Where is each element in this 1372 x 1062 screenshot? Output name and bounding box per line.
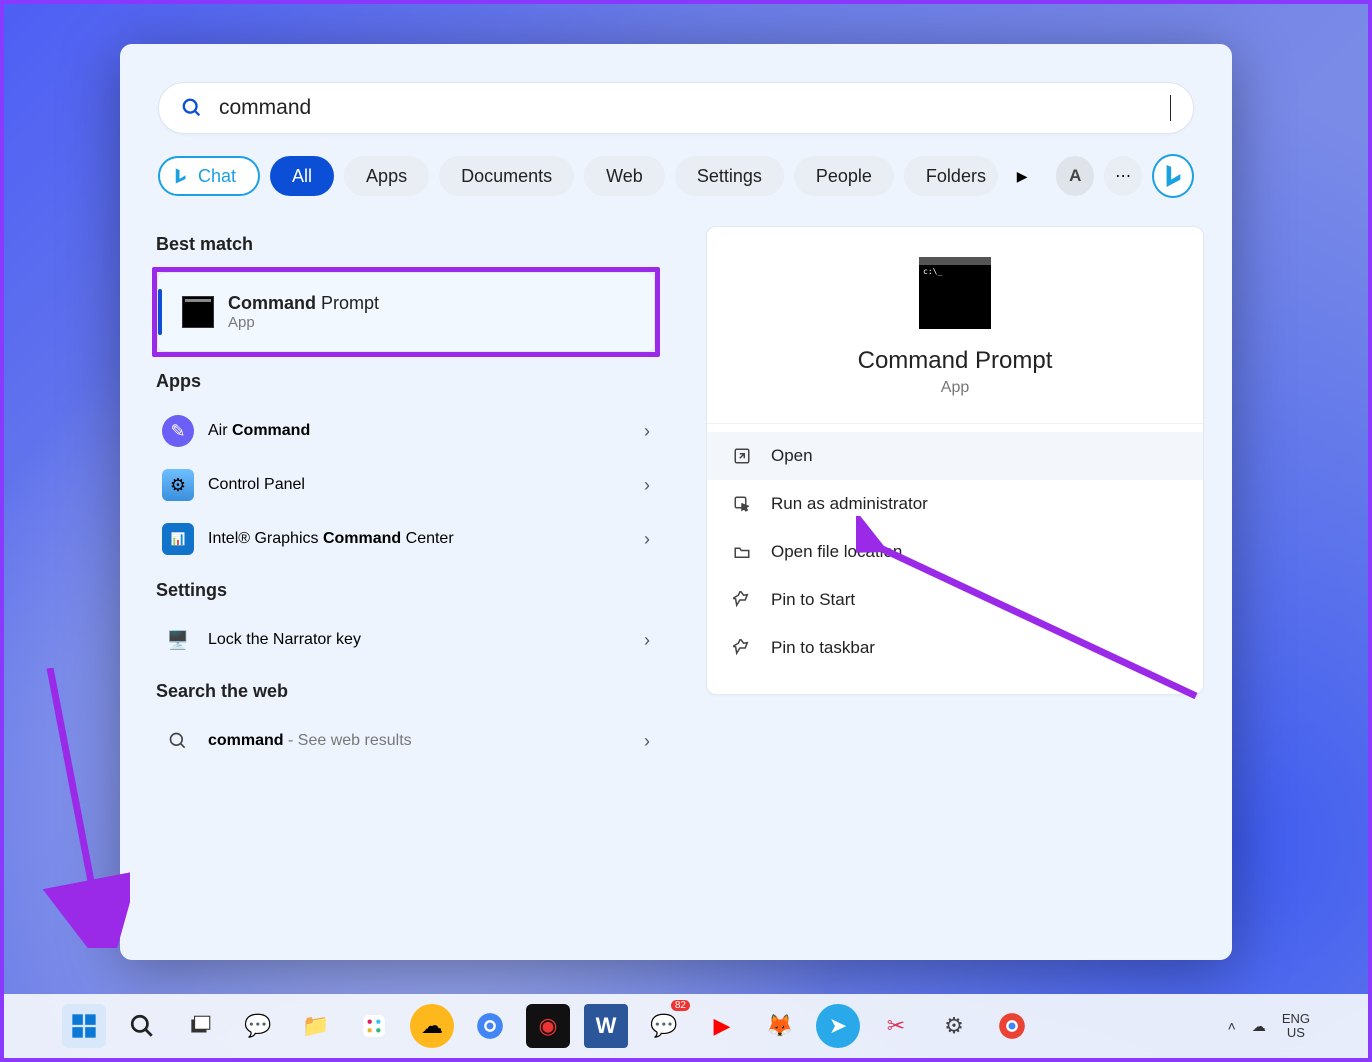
- chevron-right-icon: ›: [644, 529, 650, 550]
- filter-tab-settings[interactable]: Settings: [675, 156, 784, 196]
- chevron-right-icon: ›: [644, 731, 650, 752]
- web-result-command[interactable]: command - See web results ›: [152, 714, 660, 768]
- filter-tab-apps[interactable]: Apps: [344, 156, 429, 196]
- annotation-highlight: Command Prompt App: [152, 267, 660, 357]
- search-icon: [181, 97, 203, 119]
- start-button[interactable]: [62, 1004, 106, 1048]
- bing-logo-icon: [1162, 163, 1184, 189]
- taskbar-firefox-icon[interactable]: 🦊: [758, 1004, 802, 1048]
- action-label: Open file location: [771, 542, 902, 562]
- user-avatar[interactable]: A: [1056, 156, 1094, 196]
- settings-result-narrator-lock[interactable]: 🖥️ Lock the Narrator key ›: [152, 613, 660, 667]
- language-indicator[interactable]: ENG US: [1282, 1012, 1310, 1041]
- search-web-header: Search the web: [156, 681, 656, 702]
- control-panel-icon: ⚙: [162, 469, 194, 501]
- bing-icon: [172, 166, 190, 186]
- action-open-location[interactable]: Open file location: [707, 528, 1203, 576]
- detail-subtitle: App: [941, 379, 969, 397]
- bing-chat-button[interactable]: [1152, 154, 1194, 198]
- search-bar[interactable]: [158, 82, 1194, 134]
- web-result-label: command - See web results: [208, 732, 412, 750]
- start-search-panel: Chat All Apps Documents Web Settings Peo…: [120, 44, 1232, 960]
- pin-taskbar-icon: [731, 639, 753, 657]
- more-button[interactable]: ⋯: [1104, 156, 1142, 196]
- taskbar: 💬 📁 ☁ ◉ W 💬82 ▶ 🦊 ➤ ✂ ⚙ ˄ ☁ ENG US: [4, 994, 1368, 1058]
- action-open[interactable]: Open: [707, 432, 1203, 480]
- detail-title: Command Prompt: [858, 347, 1053, 375]
- best-match-title: Command Prompt: [228, 293, 379, 314]
- command-prompt-large-icon: [919, 257, 991, 329]
- taskbar-telegram-icon[interactable]: ➤: [816, 1004, 860, 1048]
- app-result-label: Intel® Graphics Command Center: [208, 530, 454, 548]
- detail-header: Command Prompt App: [707, 257, 1203, 424]
- system-tray: ˄ ☁ ENG US: [1228, 1012, 1310, 1041]
- admin-icon: [731, 495, 753, 513]
- pin-start-icon: [731, 591, 753, 609]
- taskbar-whatsapp-icon[interactable]: 💬82: [642, 1004, 686, 1048]
- filter-tab-documents[interactable]: Documents: [439, 156, 574, 196]
- action-pin-start[interactable]: Pin to Start: [707, 576, 1203, 624]
- best-match-subtitle: App: [228, 314, 379, 331]
- filter-tabs: Chat All Apps Documents Web Settings Peo…: [120, 150, 1232, 212]
- tray-chevron-up-icon[interactable]: ˄: [1228, 1018, 1236, 1034]
- taskbar-word-icon[interactable]: W: [584, 1004, 628, 1048]
- search-input[interactable]: [219, 96, 1164, 120]
- results-left-column: Best match Command Prompt App Apps ✎ Air…: [120, 212, 678, 960]
- app-result-control-panel[interactable]: ⚙ Control Panel ›: [152, 458, 660, 512]
- app-result-intel-graphics[interactable]: 📊 Intel® Graphics Command Center ›: [152, 512, 660, 566]
- taskbar-youtube-icon[interactable]: ▶: [700, 1004, 744, 1048]
- app-result-label: Air Command: [208, 422, 310, 440]
- open-icon: [731, 447, 753, 465]
- air-command-icon: ✎: [162, 415, 194, 447]
- action-label: Pin to taskbar: [771, 638, 875, 658]
- best-match-item[interactable]: Command Prompt App: [157, 272, 655, 352]
- action-run-admin[interactable]: Run as administrator: [707, 480, 1203, 528]
- task-view-button[interactable]: [178, 1004, 222, 1048]
- chevron-right-icon: ›: [644, 475, 650, 496]
- taskbar-chat-icon[interactable]: 💬: [236, 1004, 280, 1048]
- taskbar-snip-icon[interactable]: ✂: [874, 1004, 918, 1048]
- app-result-air-command[interactable]: ✎ Air Command ›: [152, 404, 660, 458]
- chevron-right-icon: ›: [644, 630, 650, 651]
- command-prompt-icon: [182, 296, 214, 328]
- taskbar-chrome-icon[interactable]: [468, 1004, 512, 1048]
- taskbar-app-icon[interactable]: ☁: [410, 1004, 454, 1048]
- filter-tab-all[interactable]: All: [270, 156, 334, 196]
- detail-actions: Open Run as administrator Open file loca…: [707, 424, 1203, 680]
- taskbar-settings-icon[interactable]: ⚙: [932, 1004, 976, 1048]
- search-icon: [162, 725, 194, 757]
- taskbar-chrome2-icon[interactable]: [990, 1004, 1034, 1048]
- action-label: Pin to Start: [771, 590, 855, 610]
- chat-tab-label: Chat: [198, 166, 236, 187]
- action-label: Run as administrator: [771, 494, 928, 514]
- results-detail-column: Command Prompt App Open Run as administr…: [678, 212, 1232, 960]
- filter-scroll-right[interactable]: ▶: [1008, 168, 1036, 185]
- chat-tab[interactable]: Chat: [158, 156, 260, 196]
- filter-tab-people[interactable]: People: [794, 156, 894, 196]
- tray-onedrive-icon[interactable]: ☁: [1252, 1018, 1266, 1035]
- chevron-right-icon: ›: [644, 421, 650, 442]
- taskbar-search-button[interactable]: [120, 1004, 164, 1048]
- folder-icon: [731, 543, 753, 561]
- app-result-label: Control Panel: [208, 476, 305, 494]
- filter-tab-folders[interactable]: Folders: [904, 156, 998, 196]
- settings-header: Settings: [156, 580, 656, 601]
- apps-header: Apps: [156, 371, 656, 392]
- taskbar-app2-icon[interactable]: ◉: [526, 1004, 570, 1048]
- action-pin-taskbar[interactable]: Pin to taskbar: [707, 624, 1203, 672]
- results-area: Best match Command Prompt App Apps ✎ Air…: [120, 212, 1232, 960]
- best-match-header: Best match: [156, 234, 656, 255]
- action-label: Open: [771, 446, 813, 466]
- taskbar-slack-icon[interactable]: [352, 1004, 396, 1048]
- narrator-icon: 🖥️: [162, 624, 194, 656]
- filter-tab-web[interactable]: Web: [584, 156, 665, 196]
- taskbar-explorer-icon[interactable]: 📁: [294, 1004, 338, 1048]
- settings-result-label: Lock the Narrator key: [208, 631, 361, 649]
- text-cursor: [1170, 95, 1171, 121]
- detail-card: Command Prompt App Open Run as administr…: [706, 226, 1204, 695]
- intel-graphics-icon: 📊: [162, 523, 194, 555]
